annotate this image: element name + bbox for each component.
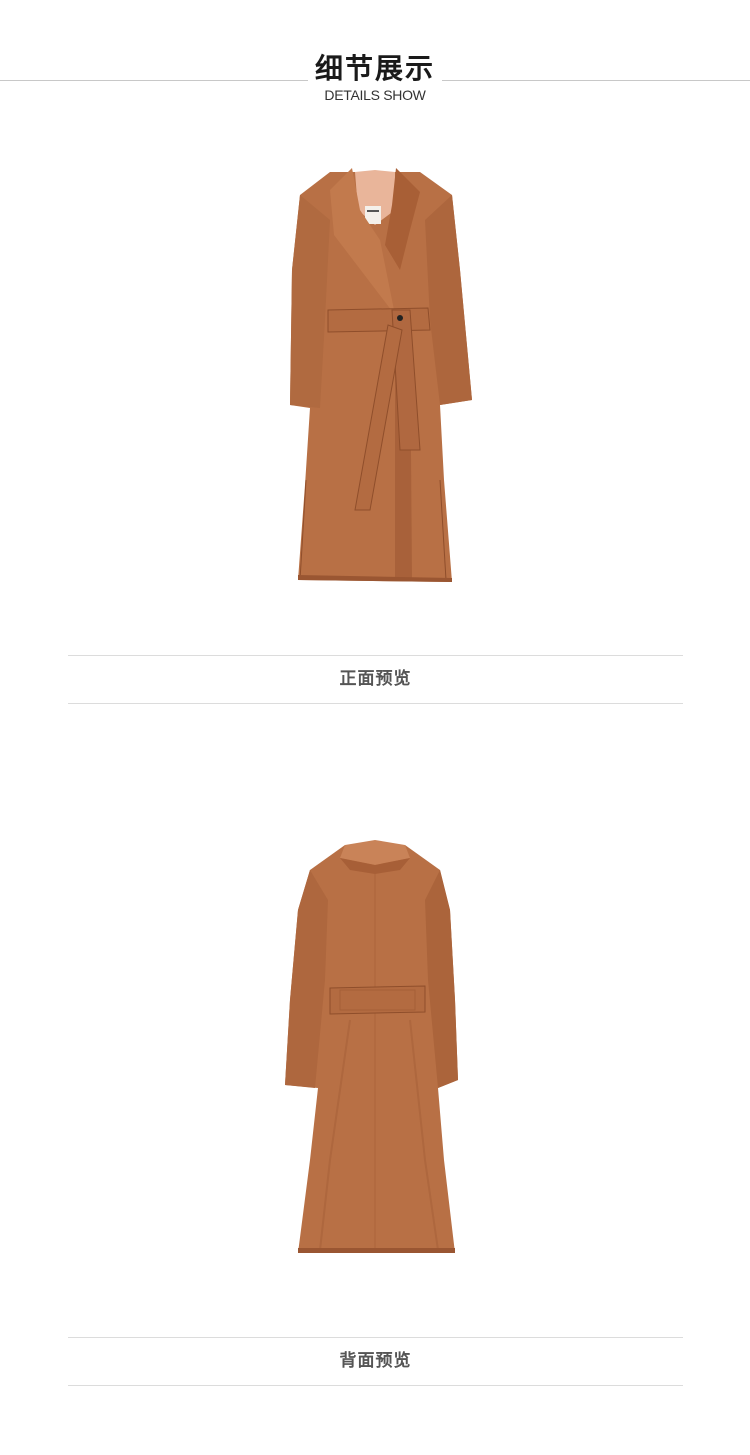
front-coat-image (0, 150, 750, 600)
back-caption-band: 背面预览 (68, 1337, 683, 1386)
coat-button (397, 315, 403, 321)
front-caption-band: 正面预览 (68, 655, 683, 704)
section-subtitle: DETAILS SHOW (324, 87, 426, 103)
front-caption: 正面预览 (339, 669, 412, 689)
back-caption: 背面预览 (339, 1351, 412, 1371)
belt (327, 307, 431, 333)
back-coat-image (0, 830, 750, 1270)
section-title: 细节展示 (314, 52, 435, 85)
